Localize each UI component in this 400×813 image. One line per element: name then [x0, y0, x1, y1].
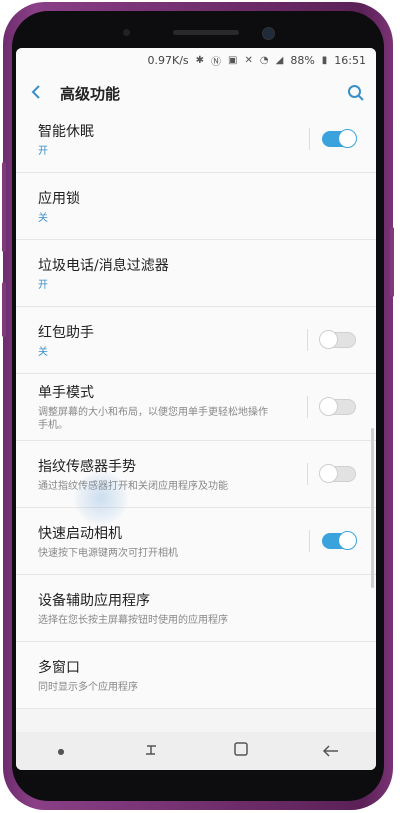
- nav-back-icon[interactable]: [311, 742, 351, 761]
- bluetooth-icon: ✱: [195, 54, 205, 66]
- settings-list: 智能休眠 开 应用锁 关 垃圾电话/消息过滤器 开 红包助手 关 单手模式 调整…: [16, 106, 376, 709]
- row-assist-app[interactable]: 设备辅助应用程序 选择在您长按主屏幕按钮时使用的应用程序: [16, 575, 376, 642]
- front-camera: [262, 27, 275, 40]
- home-icon[interactable]: [221, 741, 261, 761]
- row-status: 关: [38, 212, 48, 224]
- volume-button: [2, 162, 6, 252]
- recent-apps-icon[interactable]: [131, 742, 171, 761]
- row-title: 单手模式: [38, 385, 94, 401]
- quick-camera-toggle[interactable]: [322, 531, 357, 550]
- row-title: 快速启动相机: [38, 525, 122, 542]
- wifi-icon: ◔: [259, 54, 269, 66]
- earpiece-speaker: [173, 30, 239, 35]
- status-bar: 0.97K/s ✱ Ⓝ ▣ ✕ ◔ ◢ 88% ▮ 16:51: [16, 48, 376, 72]
- scrollbar[interactable]: [371, 428, 374, 588]
- row-title: 垃圾电话/消息过滤器: [38, 257, 169, 274]
- divider: [307, 396, 308, 418]
- row-title: 应用锁: [38, 190, 80, 207]
- row-description: 选择在您长按主屏幕按钮时使用的应用程序: [38, 614, 228, 626]
- row-red-packet[interactable]: 红包助手 关: [16, 307, 376, 374]
- row-spam-filter[interactable]: 垃圾电话/消息过滤器 开: [16, 240, 376, 307]
- row-title: 设备辅助应用程序: [38, 592, 150, 609]
- divider: [307, 463, 308, 485]
- row-multi-window[interactable]: 多窗口 同时显示多个应用程序: [16, 642, 376, 709]
- row-status: 关: [38, 346, 48, 358]
- back-arrow-icon[interactable]: [16, 83, 56, 104]
- screen: 0.97K/s ✱ Ⓝ ▣ ✕ ◔ ◢ 88% ▮ 16:51 高级功能 智能休…: [16, 48, 376, 770]
- fingerprint-toggle[interactable]: [319, 464, 356, 483]
- divider: [309, 530, 310, 552]
- battery-level: 88%: [290, 53, 315, 67]
- nfc-icon: Ⓝ: [211, 56, 222, 68]
- row-status: 开: [38, 145, 48, 157]
- row-description: 调整屏幕的大小和布局，以便您用单手更轻松地操作手机。: [38, 407, 268, 431]
- one-hand-toggle[interactable]: [319, 397, 356, 416]
- dot-indicator-icon: ●: [57, 746, 65, 756]
- row-status: 开: [38, 279, 48, 291]
- row-title: 智能休眠: [38, 123, 94, 140]
- row-title: 多窗口: [38, 659, 80, 676]
- mute-icon: ✕: [244, 54, 253, 66]
- clock: 16:51: [334, 53, 366, 67]
- power-button: [390, 227, 394, 297]
- signal-icon: ◢: [275, 54, 284, 66]
- network-speed: 0.97K/s: [147, 53, 189, 67]
- divider: [309, 128, 310, 150]
- row-quick-camera[interactable]: 快速启动相机 快速按下电源键两次可打开相机: [16, 508, 376, 575]
- page-title: 高级功能: [60, 84, 121, 103]
- row-description: 快速按下电源键两次可打开相机: [38, 547, 178, 559]
- red-packet-toggle[interactable]: [319, 330, 356, 349]
- battery-icon: ▮: [321, 54, 328, 66]
- row-fingerprint-gestures[interactable]: 指纹传感器手势 通过指纹传感器打开和关闭应用程序及功能: [16, 441, 376, 525]
- row-title: 红包助手: [38, 324, 94, 341]
- gallery-icon: ▣: [228, 54, 238, 66]
- bixby-button: [2, 282, 6, 337]
- nav-bar: ●: [16, 732, 376, 770]
- row-app-lock[interactable]: 应用锁 关: [16, 173, 376, 240]
- row-smart-sleep[interactable]: 智能休眠 开: [16, 106, 376, 173]
- divider: [307, 329, 308, 351]
- search-icon[interactable]: [336, 84, 376, 102]
- proximity-sensor: [123, 29, 130, 36]
- row-title: 指纹传感器手势: [38, 458, 136, 475]
- smart-sleep-toggle[interactable]: [322, 129, 357, 148]
- row-one-hand[interactable]: 单手模式 调整屏幕的大小和布局，以便您用单手更轻松地操作手机。: [16, 374, 376, 441]
- row-description: 同时显示多个应用程序: [38, 681, 138, 693]
